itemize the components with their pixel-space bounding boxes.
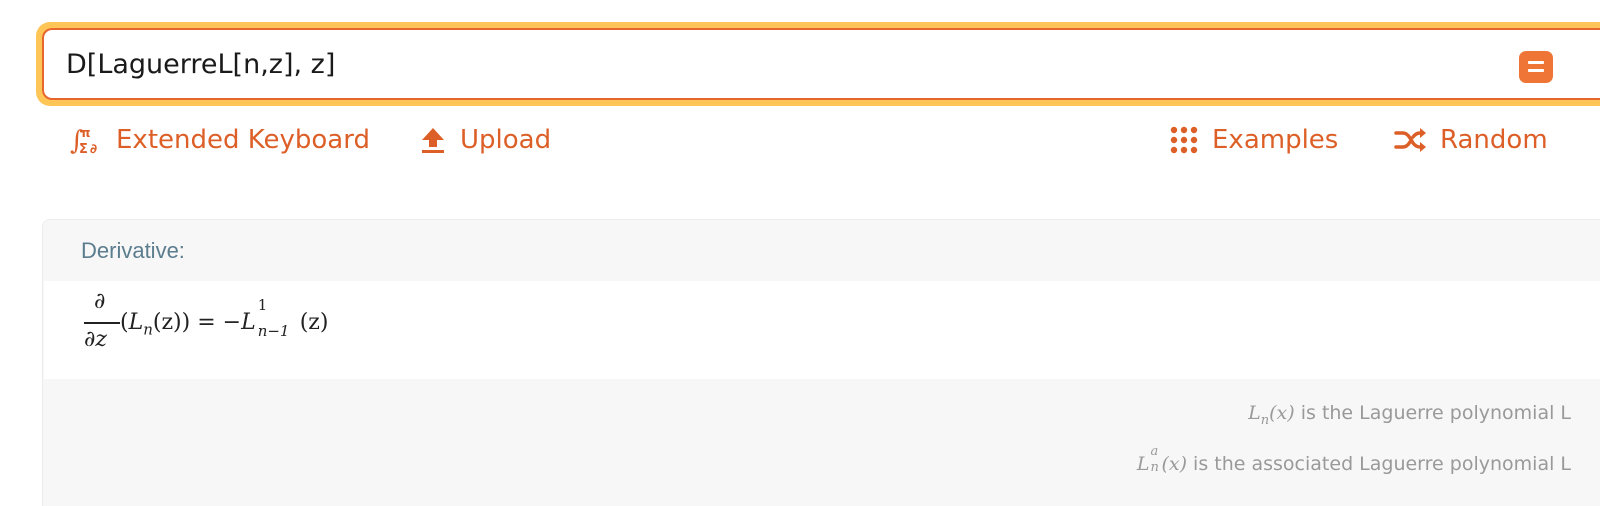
compute-button[interactable] <box>1519 51 1553 83</box>
wolfram-page: ∫ π Σ ∂ Extended Keyboard Upload <box>0 0 1600 506</box>
svg-text:π: π <box>81 126 91 140</box>
search-bar <box>36 22 1600 106</box>
footnote-associated-laguerre: La n (x) is the associated Laguerre polyno… <box>1136 444 1571 475</box>
random-button[interactable]: Random <box>1394 120 1548 160</box>
shuffle-icon <box>1394 128 1426 152</box>
extended-keyboard-label: Extended Keyboard <box>116 125 370 155</box>
upload-arrow-icon <box>420 125 446 155</box>
footnote-symbol: La n (x) <box>1136 444 1188 475</box>
rhs-indices: 1 n−1 <box>256 296 300 340</box>
pod-title: Derivative: <box>81 238 185 263</box>
footnote-text: is the associated Laguerre polynomial L <box>1187 453 1571 475</box>
svg-text:∂: ∂ <box>90 142 97 156</box>
random-label: Random <box>1440 125 1548 155</box>
rhs-argument: (z) <box>299 310 329 335</box>
footnote-symbol-letter: L <box>1248 402 1261 424</box>
math-symbols-icon: ∫ π Σ ∂ <box>70 124 102 156</box>
lhs-close-paren: ) <box>181 310 191 335</box>
formula-expression: (Ln(z)) = −L 1 n−1 (z) <box>120 296 329 340</box>
lhs-function: L <box>128 310 144 335</box>
footnote-text: is the Laguerre polynomial L <box>1294 402 1571 424</box>
svg-text:Σ: Σ <box>79 142 88 156</box>
upload-button[interactable]: Upload <box>420 120 551 160</box>
extended-keyboard-button[interactable]: ∫ π Σ ∂ Extended Keyboard <box>70 120 370 160</box>
rhs-superscript: 1 <box>257 296 268 314</box>
search-input[interactable] <box>66 42 1466 86</box>
examples-button[interactable]: Examples <box>1170 120 1338 160</box>
footnote-symbol-sup: a <box>1150 444 1159 459</box>
derivative-pod: Derivative: ∂ ∂z (Ln(z)) = −L 1 n−1 (z) Ln(… <box>42 219 1600 506</box>
lhs-subscript: n <box>143 320 153 339</box>
footnote-symbol-sub: n <box>1150 460 1159 475</box>
rhs-subscript: n−1 <box>257 322 290 340</box>
upload-label: Upload <box>460 125 552 155</box>
fraction-denominator: ∂z <box>84 327 107 352</box>
examples-label: Examples <box>1212 125 1339 155</box>
rhs-function: L <box>241 310 256 335</box>
footnote-symbol-letter: L <box>1136 453 1150 475</box>
footnote-symbol-sub: n <box>1260 412 1270 428</box>
footnote-symbol: Ln(x) <box>1248 402 1295 428</box>
search-box <box>42 28 1600 100</box>
lhs-argument: (z) <box>152 310 182 335</box>
equals-sign: = − <box>190 310 242 335</box>
footnote-symbol-arg: (x) <box>1161 453 1188 475</box>
fraction-bar <box>84 322 120 324</box>
pod-result: ∂ ∂z (Ln(z)) = −L 1 n−1 (z) <box>44 281 1600 379</box>
footnote-symbol-arg: (x) <box>1269 402 1295 424</box>
fraction-numerator: ∂ <box>94 289 106 314</box>
grid-dots-icon <box>1170 126 1198 154</box>
footnote-laguerre: Ln(x) is the Laguerre polynomial L <box>1248 402 1571 428</box>
lhs-open-paren: ( <box>120 310 129 335</box>
